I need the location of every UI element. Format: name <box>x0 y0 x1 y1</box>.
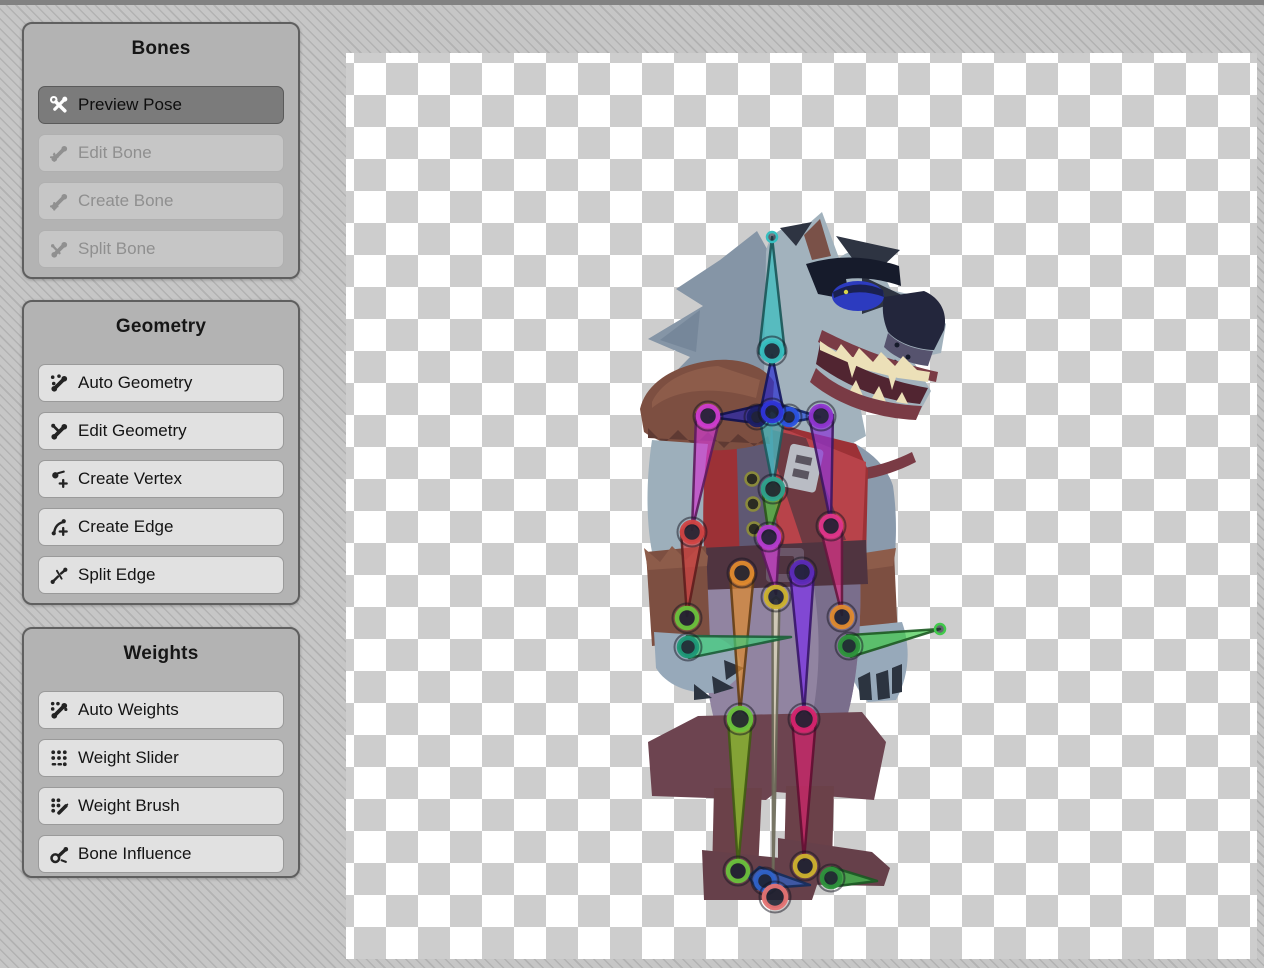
window-top-edge <box>0 0 1264 5</box>
tool-button-label: Auto Weights <box>78 700 179 720</box>
joint-ankle-left[interactable] <box>728 861 748 881</box>
tool-button-label: Create Edge <box>78 517 173 537</box>
weight-slider-icon <box>49 748 69 768</box>
tool-button-split-bone: Split Bone <box>38 230 284 268</box>
edit-geometry-icon <box>49 421 69 441</box>
tool-button-label: Split Edge <box>78 565 156 585</box>
tool-button-label: Preview Pose <box>78 95 182 115</box>
tool-button-label: Split Bone <box>78 239 156 259</box>
joint-hand-right-base[interactable] <box>840 637 858 655</box>
tool-button-preview-pose[interactable]: Preview Pose <box>38 86 284 124</box>
panel-title-bones: Bones <box>24 36 298 62</box>
joint-shoulder-right[interactable] <box>811 406 831 426</box>
weight-brush-icon <box>49 796 69 816</box>
joint-ankle-right[interactable] <box>795 856 815 876</box>
tool-button-split-edge[interactable]: Split Edge <box>38 556 284 594</box>
tool-button-weight-slider[interactable]: Weight Slider <box>38 739 284 777</box>
joint-chest-right[interactable] <box>781 409 797 425</box>
bone-tip-hand-right[interactable] <box>935 624 945 634</box>
joint-hip-right[interactable] <box>792 562 812 582</box>
tool-button-create-vertex[interactable]: Create Vertex <box>38 460 284 498</box>
tool-button-label: Auto Geometry <box>78 373 192 393</box>
auto-geometry-icon <box>49 373 69 393</box>
tool-button-label: Edit Geometry <box>78 421 187 441</box>
joint-knee-left[interactable] <box>729 708 751 730</box>
tool-button-weight-brush[interactable]: Weight Brush <box>38 787 284 825</box>
panel-title-geometry: Geometry <box>24 314 298 340</box>
joint-elbow-right[interactable] <box>821 516 841 536</box>
auto-weights-icon <box>49 700 69 720</box>
joint-chest-center[interactable] <box>763 403 781 421</box>
joint-pelvis-bottom[interactable] <box>766 587 786 607</box>
bone-tip-head[interactable] <box>767 232 777 242</box>
joint-hand-left-base[interactable] <box>679 638 697 656</box>
joint-hip-left[interactable] <box>732 563 752 583</box>
split-bone-icon <box>49 239 69 259</box>
tool-button-label: Bone Influence <box>78 844 191 864</box>
character-sprite <box>346 53 1257 959</box>
create-bone-icon <box>49 191 69 211</box>
sprite-canvas[interactable] <box>346 53 1257 959</box>
tool-button-label: Edit Bone <box>78 143 152 163</box>
joint-neck[interactable] <box>762 341 782 361</box>
tool-button-edit-bone: Edit Bone <box>38 134 284 172</box>
joint-tail-end[interactable] <box>764 886 786 908</box>
joint-elbow-left[interactable] <box>682 522 702 542</box>
create-edge-icon <box>49 517 69 537</box>
tool-button-edit-geometry[interactable]: Edit Geometry <box>38 412 284 450</box>
tool-button-label: Weight Slider <box>78 748 179 768</box>
panel-weights: Weights Auto Weights Weight Slider Weight … <box>22 627 300 878</box>
tool-button-create-edge[interactable]: Create Edge <box>38 508 284 546</box>
joint-shoulder-left[interactable] <box>698 406 718 426</box>
panel-title-weights: Weights <box>24 641 298 667</box>
edit-bone-icon <box>49 143 69 163</box>
create-vertex-icon <box>49 469 69 489</box>
joint-foot-right-base[interactable] <box>822 869 840 887</box>
panel-geometry: Geometry Auto Geometry Edit Geometry Creat… <box>22 300 300 605</box>
preview-pose-icon <box>49 95 69 115</box>
joint-pelvis-top[interactable] <box>759 527 779 547</box>
tool-button-create-bone: Create Bone <box>38 182 284 220</box>
split-edge-icon <box>49 565 69 585</box>
joint-wrist-left[interactable] <box>677 608 697 628</box>
tool-button-label: Weight Brush <box>78 796 180 816</box>
joint-spine-mid[interactable] <box>763 479 783 499</box>
tool-button-auto-geometry[interactable]: Auto Geometry <box>38 364 284 402</box>
joint-wrist-right[interactable] <box>832 607 852 627</box>
panel-bones: Bones Preview Pose Edit Bone Create Bone Sp… <box>22 22 300 279</box>
tool-button-label: Create Bone <box>78 191 173 211</box>
tool-button-bone-influence[interactable]: Bone Influence <box>38 835 284 873</box>
bone-influence-icon <box>49 844 69 864</box>
joint-knee-right[interactable] <box>793 708 815 730</box>
tool-button-label: Create Vertex <box>78 469 182 489</box>
tool-button-auto-weights[interactable]: Auto Weights <box>38 691 284 729</box>
